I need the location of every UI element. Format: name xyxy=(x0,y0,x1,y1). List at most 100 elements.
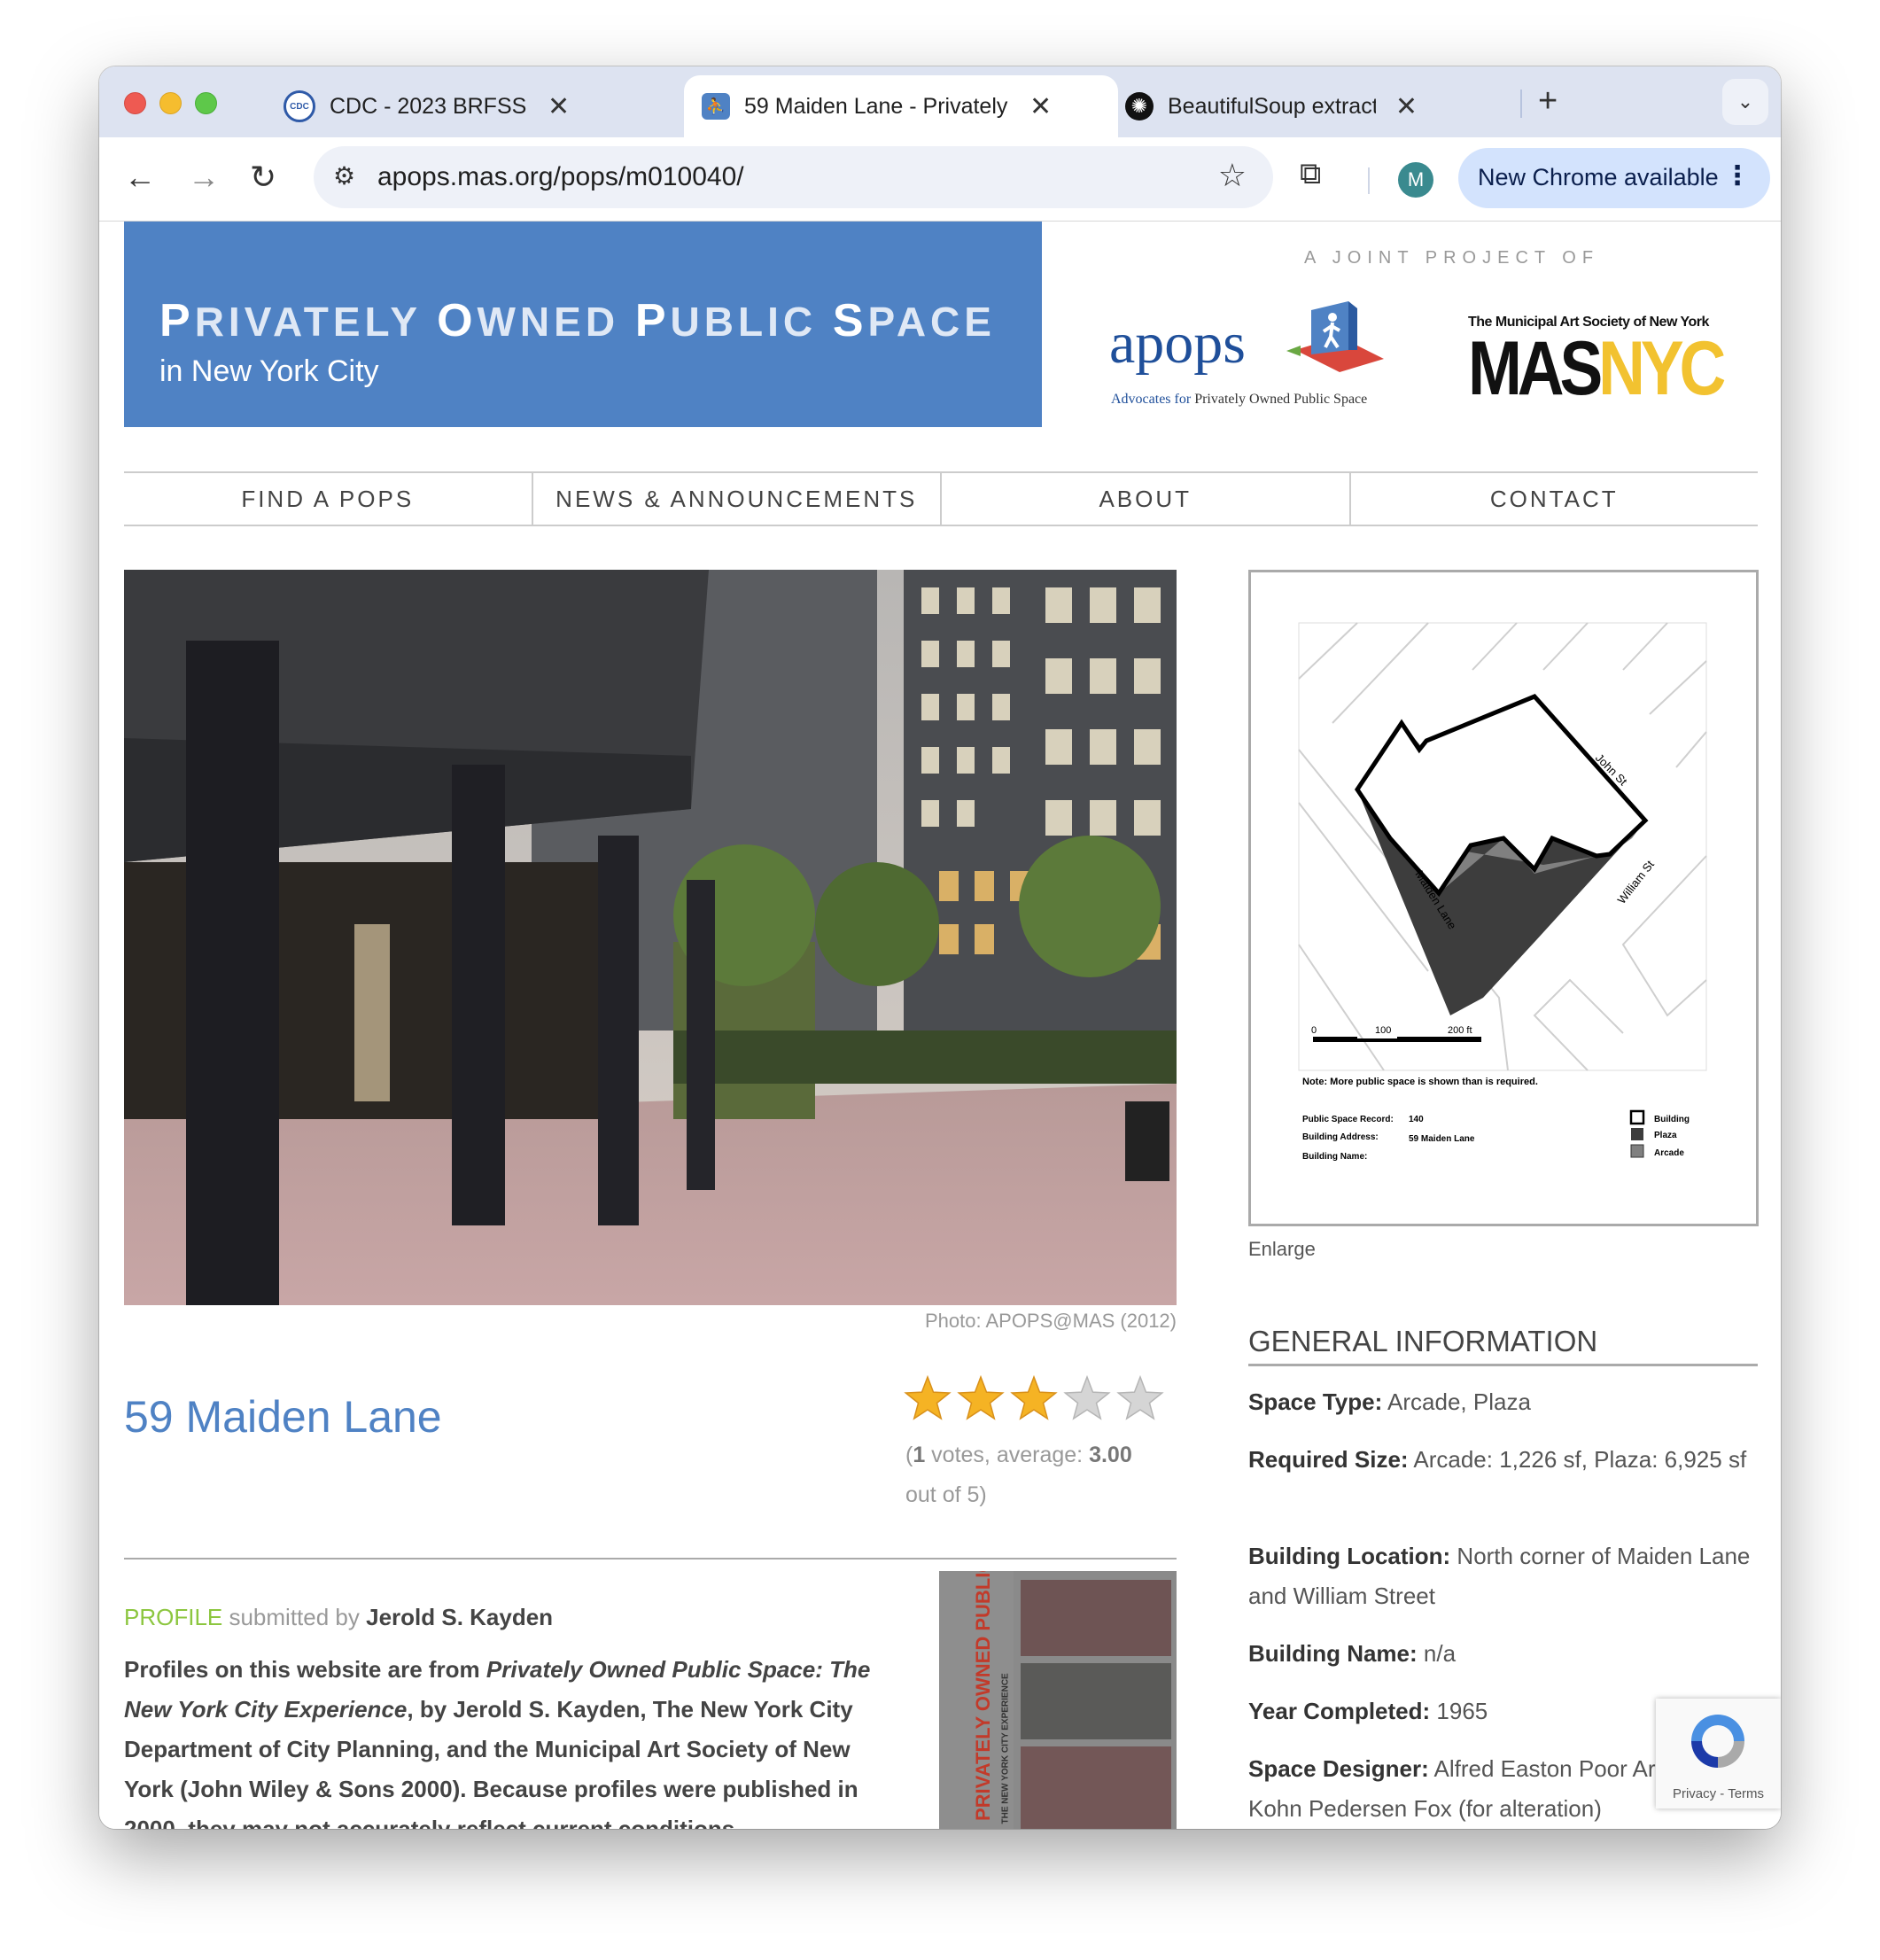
tab-title: BeautifulSoup extraction example xyxy=(1168,93,1376,119)
banner-capital-letter: P xyxy=(159,295,195,346)
map-address-label: Building Address: xyxy=(1302,1132,1379,1142)
scale-200: 200 ft xyxy=(1448,1025,1472,1036)
tab-strip: CDC CDC - 2023 BRFSS Survey Data ✕ ⛹ 59 … xyxy=(99,66,1781,137)
tab-search-button[interactable]: ⌄ xyxy=(1722,79,1768,125)
more-menu-icon[interactable]: ⋮ xyxy=(1724,160,1751,191)
new-chrome-label: New Chrome available xyxy=(1478,164,1719,191)
close-window-button[interactable] xyxy=(124,92,146,114)
browser-toolbar: ← → ↻ ⚙ apops.mas.org/pops/m010040/ ☆ ⧉ … xyxy=(99,137,1781,222)
back-icon[interactable]: ← xyxy=(124,159,156,196)
new-chrome-available-button[interactable]: New Chrome available ⋮ xyxy=(1458,148,1770,208)
banner-word-rest: RIVATELY xyxy=(194,299,438,345)
site-photo[interactable] xyxy=(124,570,1177,1305)
extensions-icon[interactable]: ⧉ xyxy=(1300,157,1321,191)
terms-link[interactable]: Terms xyxy=(1728,1786,1764,1801)
apops-logo[interactable]: apops Advocates for Privately Owned Publ… xyxy=(1109,301,1415,416)
arcade-photo xyxy=(124,570,1177,1305)
star-empty-icon[interactable] xyxy=(1116,1374,1164,1420)
map-note: Note: More public space is shown than is… xyxy=(1302,1077,1538,1087)
profile-author: Jerold S. Kayden xyxy=(366,1604,554,1630)
tab-separator xyxy=(1520,89,1522,118)
map-address-value: 59 Maiden Lane xyxy=(1409,1134,1475,1144)
tab-maiden-lane[interactable]: ⛹ 59 Maiden Lane - Privately Owned Publi… xyxy=(684,75,1118,137)
star-empty-icon[interactable] xyxy=(1063,1374,1111,1420)
new-tab-button[interactable]: + xyxy=(1538,82,1558,121)
tab-beautifulsoup[interactable]: ✺ BeautifulSoup extraction example ✕ xyxy=(1113,75,1418,137)
reload-icon[interactable]: ↻ xyxy=(250,159,276,196)
cover-photo xyxy=(1021,1746,1171,1829)
scale-100: 100 xyxy=(1375,1025,1391,1036)
apops-icon: ⛹ xyxy=(702,93,730,120)
star-filled-icon[interactable] xyxy=(904,1374,952,1420)
nav-contact[interactable]: CONTACT xyxy=(1351,473,1759,525)
url-text: apops.mas.org/pops/m010040/ xyxy=(377,162,744,191)
chevron-down-icon: ⌄ xyxy=(1736,90,1754,113)
forward-icon[interactable]: → xyxy=(188,159,220,196)
browser-window: CDC CDC - 2023 BRFSS Survey Data ✕ ⛹ 59 … xyxy=(99,66,1781,1829)
map-name-label: Building Name: xyxy=(1302,1152,1367,1162)
mas-wordmark: MASNYC xyxy=(1468,326,1726,411)
close-tab-icon[interactable]: ✕ xyxy=(1395,91,1418,122)
main-nav: FIND A POPS NEWS & ANNOUNCEMENTS ABOUT C… xyxy=(124,471,1758,526)
rating-average: 3.00 xyxy=(1089,1443,1132,1467)
legend-arcade: Arcade xyxy=(1654,1148,1684,1158)
cover-photo xyxy=(1021,1663,1171,1739)
star-filled-icon[interactable] xyxy=(1010,1374,1058,1420)
profile-disclaimer: Profiles on this website are from Privat… xyxy=(124,1656,871,1829)
banner-word-rest: PACE xyxy=(867,299,996,345)
cover-subtitle: THE NEW YORK CITY EXPERIENCE xyxy=(1000,1673,1011,1824)
apops-tagline: Advocates for Privately Owned Public Spa… xyxy=(1111,392,1368,407)
banner-title: PRIVATELY OWNED PUBLIC SPACE xyxy=(159,294,996,347)
nav-about[interactable]: ABOUT xyxy=(942,473,1351,525)
enlarge-link[interactable]: Enlarge xyxy=(1248,1238,1316,1261)
minimize-window-button[interactable] xyxy=(159,92,182,114)
recaptcha-icon xyxy=(1691,1715,1744,1768)
info-building-name: Building Name: n/a xyxy=(1248,1640,1457,1667)
toolbar-separator xyxy=(1368,167,1370,194)
site-map[interactable]: John St William St Maiden Lane 0 100 200… xyxy=(1248,570,1759,1226)
recaptcha-badge[interactable]: Privacy - Terms xyxy=(1656,1699,1781,1808)
profile-label: PROFILE xyxy=(124,1604,223,1630)
map-record-value: 140 xyxy=(1409,1115,1424,1124)
nav-find-a-pops[interactable]: FIND A POPS xyxy=(124,473,533,525)
avatar[interactable]: M xyxy=(1398,162,1433,198)
cover-title: PRIVATELY OWNED PUBLIC SPACE xyxy=(972,1571,994,1821)
masnyc-logo[interactable]: The Municipal Art Society of New York MA… xyxy=(1468,315,1734,412)
close-tab-icon[interactable]: ✕ xyxy=(548,91,570,122)
star-rating[interactable] xyxy=(901,1373,1167,1431)
privacy-link[interactable]: Privacy xyxy=(1673,1786,1716,1801)
stars-graphic xyxy=(904,1374,1164,1420)
book-cover[interactable]: PRIVATELY OWNED PUBLIC SPACE THE NEW YOR… xyxy=(939,1571,1177,1829)
legend-building: Building xyxy=(1654,1115,1690,1124)
banner-word-rest: UBLIC xyxy=(670,299,833,345)
tab-title: 59 Maiden Lane - Privately Owned Public … xyxy=(744,93,1010,119)
rating-summary: (1 votes, average: 3.00 out of 5) xyxy=(905,1443,1132,1507)
votes-count: 1 xyxy=(913,1443,926,1467)
banner-subtitle: in New York City xyxy=(159,354,379,388)
divider xyxy=(124,1558,1177,1559)
tab-title: CDC - 2023 BRFSS Survey Data xyxy=(330,93,528,119)
info-space-type: Space Type: Arcade, Plaza xyxy=(1248,1388,1531,1415)
openai-icon: ✺ xyxy=(1125,92,1154,121)
banner-word-rest: WNED xyxy=(477,299,635,345)
banner-capital-letter: O xyxy=(437,295,478,346)
page-title: 59 Maiden Lane xyxy=(124,1392,442,1442)
cover-photo xyxy=(1021,1580,1171,1656)
address-bar[interactable]: ⚙ apops.mas.org/pops/m010040/ ☆ xyxy=(314,146,1273,208)
site-banner[interactable]: PRIVATELY OWNED PUBLIC SPACE in New York… xyxy=(124,222,1042,427)
banner-capital-letter: P xyxy=(634,295,671,346)
close-tab-icon[interactable]: ✕ xyxy=(1029,91,1052,122)
site-plan-diagram: John St William St Maiden Lane 0 100 200… xyxy=(1298,622,1707,1162)
web-page: PRIVATELY OWNED PUBLIC SPACE in New York… xyxy=(99,222,1781,1829)
maximize-window-button[interactable] xyxy=(195,92,217,114)
star-filled-icon[interactable] xyxy=(957,1374,1005,1420)
site-info-icon[interactable]: ⚙ xyxy=(333,161,355,191)
tab-cdc[interactable]: CDC CDC - 2023 BRFSS Survey Data ✕ xyxy=(271,75,576,137)
scale-0: 0 xyxy=(1311,1025,1317,1036)
bookmark-star-icon[interactable]: ☆ xyxy=(1218,157,1247,194)
info-required-size: Required Size: Arcade: 1,226 sf, Plaza: … xyxy=(1248,1446,1747,1473)
recaptcha-links: Privacy - Terms xyxy=(1672,1786,1765,1801)
joint-project-label: A JOINT PROJECT OF xyxy=(1304,248,1600,268)
nav-news-announcements[interactable]: NEWS & ANNOUNCEMENTS xyxy=(533,473,942,525)
general-info-heading: GENERAL INFORMATION xyxy=(1248,1325,1758,1366)
